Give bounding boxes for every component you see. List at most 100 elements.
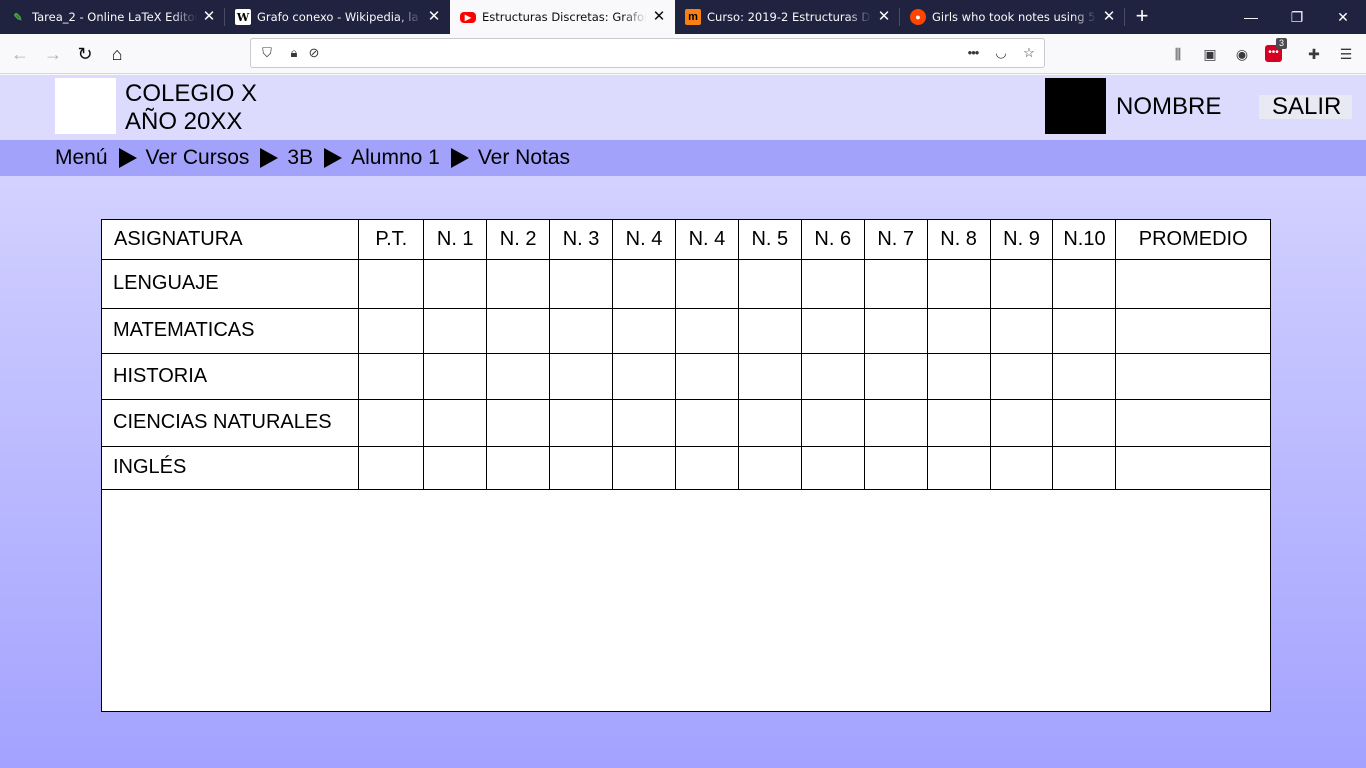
grade-cell (1115, 307, 1270, 354)
url-bar[interactable]: ⛉ 🔒︎ ⊘ ••• ◡ ☆ (250, 38, 1045, 68)
pocket-icon[interactable]: ◡ (993, 45, 1009, 61)
grade-cell (549, 352, 614, 400)
breadcrumb-arrow-icon (260, 148, 279, 168)
grade-cell (612, 307, 676, 354)
logout-button[interactable]: SALIR (1259, 95, 1352, 119)
overleaf-icon: ✎ (13, 11, 23, 24)
grade-cell (1052, 445, 1117, 490)
browser-tab[interactable]: m Curso: 2019-2 Estructuras Discr ✕ (675, 0, 900, 34)
page-actions-icon[interactable]: ••• (965, 45, 981, 61)
table-row: CIENCIAS NATURALES (102, 398, 1270, 447)
grade-cell (612, 352, 676, 400)
column-header: N.10 (1052, 220, 1117, 260)
breadcrumb-item-courses[interactable]: Ver Cursos (146, 146, 250, 170)
grade-cell (423, 352, 488, 400)
grade-cell (674, 398, 739, 447)
new-tab-button[interactable]: + (1125, 0, 1159, 34)
grade-cell (423, 307, 488, 354)
grades-table-body: LENGUAJE MATEMATICAS HISTORIA CIENCIAS NATU… (102, 258, 1270, 490)
grade-cell (737, 398, 802, 447)
site-header: COLEGIO X AÑO 20XX NOMBRE SALIR (0, 75, 1366, 140)
column-header: N. 5 (737, 220, 802, 260)
avatar (1045, 78, 1106, 134)
school-name: COLEGIO X (125, 80, 258, 107)
table-row: MATEMATICAS (102, 307, 1270, 354)
window-controls: — ❐ ✕ (1228, 0, 1366, 34)
close-tab-icon[interactable]: ✕ (876, 9, 892, 25)
reddit-icon: ● (910, 9, 926, 25)
grade-cell (926, 398, 991, 447)
minimize-button[interactable]: — (1228, 0, 1274, 34)
grade-cell (863, 258, 928, 309)
browser-tab[interactable]: ● Girls who took notes using 50 d ✕ (900, 0, 1125, 34)
close-tab-icon[interactable]: ✕ (1101, 9, 1117, 25)
close-tab-icon[interactable]: ✕ (651, 9, 667, 25)
breadcrumb-item-menu[interactable]: Menú (55, 146, 108, 170)
restore-button[interactable]: ❐ (1274, 0, 1320, 34)
extensions-puzzle-icon[interactable]: ✚ (1304, 44, 1324, 64)
moodle-icon: m (685, 9, 701, 25)
grade-cell (423, 398, 488, 447)
account-icon[interactable]: ◉ (1232, 44, 1252, 64)
column-header: N. 1 (423, 220, 488, 260)
column-header: N. 4 (612, 220, 676, 260)
tracking-shield-icon[interactable]: ⛉ (259, 45, 275, 61)
breadcrumb-arrow-icon (450, 148, 469, 168)
grade-cell (800, 258, 865, 309)
grade-cell (926, 307, 991, 354)
breadcrumb-item-class[interactable]: 3B (287, 146, 313, 170)
wikipedia-icon: W (235, 9, 251, 25)
grade-cell (989, 445, 1054, 490)
browser-tab[interactable]: W Grafo conexo - Wikipedia, la en ✕ (225, 0, 450, 34)
back-button[interactable]: ← (6, 40, 34, 68)
school-year: AÑO 20XX (125, 108, 243, 135)
grade-cell (737, 258, 802, 309)
grade-cell (1052, 398, 1117, 447)
user-name: NOMBRE (1116, 93, 1222, 120)
grade-cell (549, 398, 614, 447)
lock-icon[interactable]: 🔒︎ (286, 45, 302, 61)
grade-cell (549, 445, 614, 490)
column-header: N. 4 (674, 220, 739, 260)
subject-cell: HISTORIA (102, 352, 360, 400)
grade-cell (926, 352, 991, 400)
grade-cell (674, 352, 739, 400)
breadcrumb-item-student[interactable]: Alumno 1 (351, 146, 440, 170)
school-logo (55, 78, 116, 134)
home-button[interactable]: ⌂ (103, 40, 131, 68)
close-tab-icon[interactable]: ✕ (426, 9, 442, 25)
grade-cell (674, 307, 739, 354)
grade-cell (737, 307, 802, 354)
breadcrumb: Menú Ver Cursos 3B Alumno 1 Ver Notas (0, 140, 1366, 176)
grade-cell (800, 307, 865, 354)
table-header-row: ASIGNATURA P.T. N. 1 N. 2 N. 3 N. 4 N. 4… (102, 220, 1270, 260)
reload-button[interactable]: ↻ (71, 40, 99, 68)
grade-cell (486, 445, 551, 490)
menu-icon[interactable]: ☰ (1336, 44, 1356, 64)
column-header: N. 7 (863, 220, 928, 260)
grade-cell (1052, 352, 1117, 400)
sidebar-icon[interactable]: ▣ (1200, 44, 1220, 64)
column-header: N. 2 (486, 220, 551, 260)
grade-cell (358, 445, 425, 490)
grade-cell (486, 307, 551, 354)
browser-tab[interactable]: ✎ Tarea_2 - Online LaTeX Editor O ✕ (0, 0, 225, 34)
grade-cell (1115, 352, 1270, 400)
grade-cell (423, 445, 488, 490)
extension-icon[interactable]: ••• 3 (1264, 38, 1288, 64)
browser-toolbar: ← → ↻ ⌂ ⛉ 🔒︎ ⊘ ••• ◡ ☆ ⫼ ▣ ◉ ••• 3 ✚ ☰ (0, 34, 1366, 74)
library-icon[interactable]: ⫼ (1168, 44, 1188, 64)
permissions-icon[interactable]: ⊘ (306, 45, 322, 61)
grade-cell (674, 258, 739, 309)
close-tab-icon[interactable]: ✕ (201, 9, 217, 25)
column-header: N. 9 (989, 220, 1054, 260)
browser-tab-active[interactable]: ▶ Estructuras Discretas: Grafos es ✕ (450, 0, 675, 34)
forward-button[interactable]: → (39, 40, 67, 68)
grade-cell (486, 398, 551, 447)
bookmark-star-icon[interactable]: ☆ (1021, 45, 1037, 61)
grade-cell (989, 307, 1054, 354)
close-window-button[interactable]: ✕ (1320, 0, 1366, 34)
grade-cell (549, 307, 614, 354)
column-header: N. 6 (800, 220, 865, 260)
subject-cell: MATEMATICAS (102, 307, 360, 354)
